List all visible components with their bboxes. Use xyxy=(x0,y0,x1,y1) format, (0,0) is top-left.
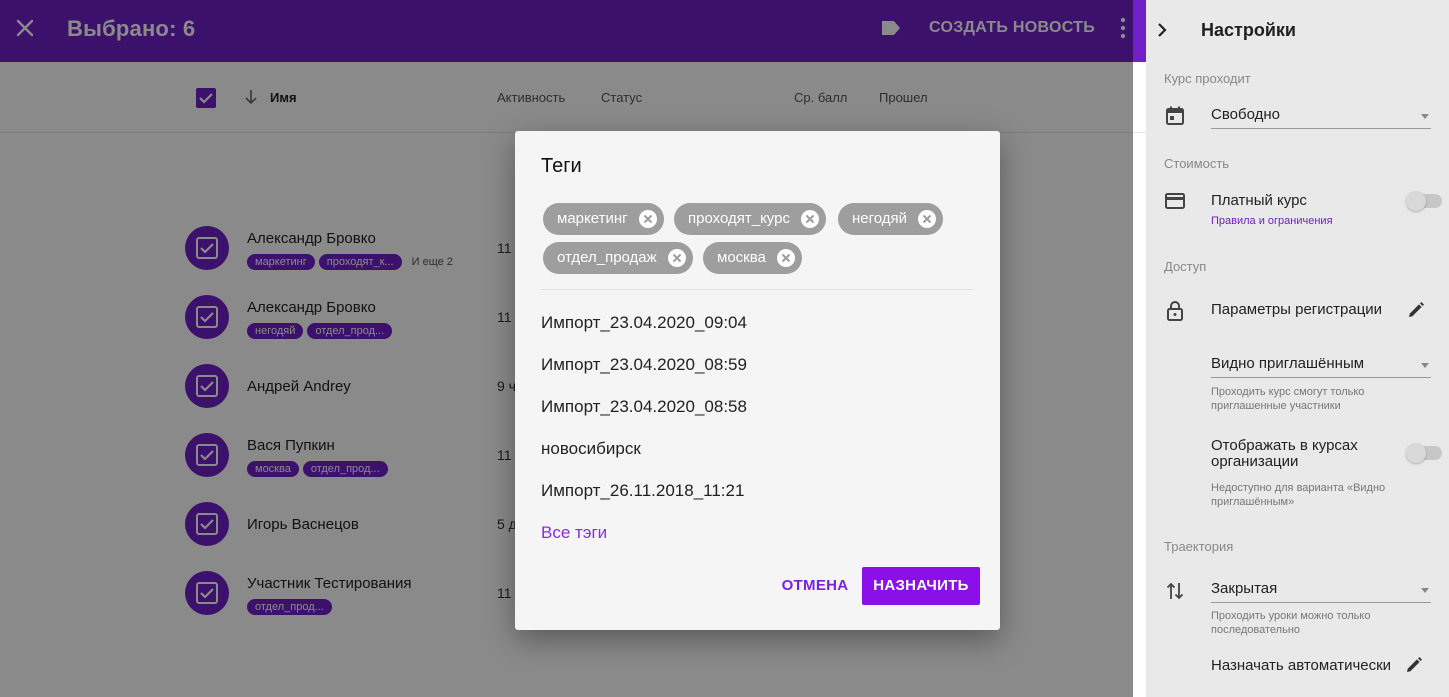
tag-option[interactable]: новосибирск xyxy=(541,439,641,459)
remove-chip-icon[interactable] xyxy=(667,248,687,268)
edit-pencil-icon[interactable] xyxy=(1404,655,1424,675)
all-tags-link[interactable]: Все тэги xyxy=(541,523,607,543)
paid-course-label: Платный курс xyxy=(1211,192,1307,209)
trajectory-hint: Проходить уроки можно только последовате… xyxy=(1211,610,1371,636)
chip-label: москва xyxy=(717,249,766,266)
chip-label: маркетинг xyxy=(557,210,628,227)
selected-tag-chip[interactable]: негодяй xyxy=(838,203,944,235)
show-in-org-hint: Недоступно для варианта «Видно приглашён… xyxy=(1211,482,1386,508)
dialog-title: Теги xyxy=(541,155,582,177)
remove-chip-icon[interactable] xyxy=(638,209,658,229)
lock-icon xyxy=(1167,301,1183,321)
tag-option[interactable]: Импорт_26.11.2018_11:21 xyxy=(541,481,744,501)
rules-link[interactable]: Правила и ограничения xyxy=(1211,215,1333,227)
chevron-down-icon xyxy=(1421,114,1429,119)
chip-label: отдел_продаж xyxy=(557,249,657,266)
course-runs-label: Курс проходит xyxy=(1164,71,1251,86)
selected-tag-chip[interactable]: проходят_курс xyxy=(674,203,826,235)
divider xyxy=(541,289,973,290)
selected-tag-chip[interactable]: москва xyxy=(703,242,802,274)
remove-chip-icon[interactable] xyxy=(776,248,796,268)
settings-title: Настройки xyxy=(1201,20,1296,40)
settings-panel: Настройки Курс проходит Свободно Стоимос… xyxy=(1146,0,1449,697)
assign-auto-label: Назначать автоматически xyxy=(1211,657,1392,674)
tag-option[interactable]: Импорт_23.04.2020_08:58 xyxy=(541,397,747,417)
tag-option[interactable]: Импорт_23.04.2020_08:59 xyxy=(541,355,747,375)
visibility-select[interactable]: Видно приглашённым xyxy=(1211,355,1431,378)
visibility-value: Видно приглашённым xyxy=(1211,355,1365,372)
edit-pencil-icon[interactable] xyxy=(1406,300,1426,320)
chevron-down-icon xyxy=(1421,363,1429,368)
chevron-right-icon[interactable] xyxy=(1154,22,1170,38)
swap-vertical-icon xyxy=(1166,582,1184,600)
chip-label: негодяй xyxy=(852,210,908,227)
cancel-button[interactable]: ОТМЕНА xyxy=(765,567,865,605)
access-label: Доступ xyxy=(1164,259,1207,274)
trajectory-value: Закрытая xyxy=(1211,580,1278,597)
show-in-org-toggle[interactable] xyxy=(1406,443,1442,463)
calendar-icon xyxy=(1166,106,1184,125)
chip-label: проходят_курс xyxy=(688,210,790,227)
chevron-down-icon xyxy=(1421,588,1429,593)
remove-chip-icon[interactable] xyxy=(800,209,820,229)
credit-card-icon xyxy=(1165,193,1185,209)
cost-label: Стоимость xyxy=(1164,156,1230,171)
course-runs-value: Свободно xyxy=(1211,106,1280,123)
selected-tag-chip[interactable]: маркетинг xyxy=(543,203,664,235)
remove-chip-icon[interactable] xyxy=(917,209,937,229)
paid-course-toggle[interactable] xyxy=(1406,191,1442,211)
show-in-org-label: Отображать в курсах организации xyxy=(1211,437,1358,470)
trajectory-select[interactable]: Закрытая xyxy=(1211,580,1431,603)
visibility-hint: Проходить курс смогут только приглашенны… xyxy=(1211,386,1365,412)
tag-option[interactable]: Импорт_23.04.2020_09:04 xyxy=(541,313,747,333)
registration-params-label: Параметры регистрации xyxy=(1211,301,1383,318)
assign-button[interactable]: НАЗНАЧИТЬ xyxy=(862,567,980,605)
tags-dialog: Теги маркетинг проходят_курс негодяй отд… xyxy=(515,131,1000,630)
course-runs-select[interactable]: Свободно xyxy=(1211,106,1431,129)
selected-tag-chip[interactable]: отдел_продаж xyxy=(543,242,693,274)
trajectory-label: Траектория xyxy=(1164,539,1234,554)
